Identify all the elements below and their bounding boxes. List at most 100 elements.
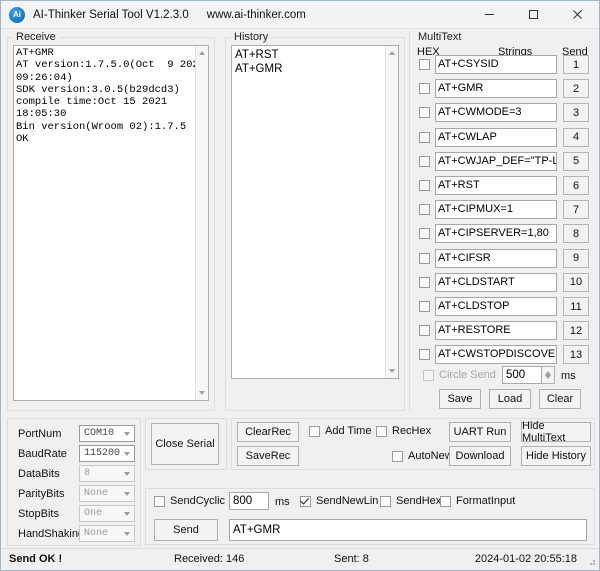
hide-multitext-button[interactable]: Hide MultiText [521,422,591,442]
send-new-line-checkbox[interactable] [300,496,311,507]
multitext-command-input[interactable]: AT+RST [435,176,557,195]
multitext-send-button[interactable]: 5 [563,152,589,171]
scroll-up-icon[interactable] [196,47,208,59]
multitext-row: AT+CWMODE=3 3 [411,103,597,123]
multitext-hex-checkbox[interactable] [419,204,430,215]
multitext-hex-checkbox[interactable] [419,156,430,167]
multitext-send-button[interactable]: 10 [563,273,589,292]
receive-scrollbar[interactable] [195,46,208,400]
chevron-down-icon[interactable] [120,512,134,516]
multitext-hex-checkbox[interactable] [419,107,430,118]
send-hex-label: SendHex [396,495,441,507]
multitext-send-button[interactable]: 3 [563,103,589,122]
multitext-send-button[interactable]: 8 [563,224,589,243]
multitext-send-button[interactable]: 13 [563,345,589,364]
scroll-down-icon[interactable] [196,387,208,399]
rec-hex-checkbox[interactable] [376,426,387,437]
multitext-command-input[interactable]: AT+CIPSERVER=1,80 [435,224,557,243]
close-serial-button[interactable]: Close Serial [151,423,219,465]
send-hex-checkbox[interactable] [380,496,391,507]
circle-send-checkbox[interactable] [423,370,434,381]
chevron-down-icon[interactable] [120,472,134,476]
download-button[interactable]: Download [449,446,511,466]
circle-send-interval-input[interactable]: 500 [502,366,542,384]
history-textarea[interactable]: AT+RST AT+GMR [231,45,399,379]
multitext-send-button[interactable]: 12 [563,321,589,340]
chevron-down-icon[interactable] [120,432,134,436]
send-cyclic-interval-input[interactable]: 800 [229,492,269,510]
chevron-down-icon[interactable] [120,452,134,456]
multitext-hex-checkbox[interactable] [419,301,430,312]
multitext-command-input[interactable]: AT+CWJAP_DEF="TP-Link [435,152,557,171]
multitext-send-button[interactable]: 9 [563,249,589,268]
circle-send-label: Circle Send [439,369,496,381]
serial-field-value: 115200 [84,448,120,459]
close-button[interactable] [555,1,599,28]
multitext-hex-checkbox[interactable] [419,59,430,70]
multitext-send-button[interactable]: 4 [563,128,589,147]
save-rec-button[interactable]: SaveRec [237,446,299,466]
serial-field-select-handshaking[interactable]: None [79,525,135,542]
chevron-down-icon[interactable] [120,532,134,536]
receive-group-label: Receive [13,32,59,43]
interval-spinner[interactable] [542,366,555,384]
multitext-row: AT+CSYSID 1 [411,55,597,75]
multitext-load-button[interactable]: Load [489,389,531,409]
serial-tool-window: Ai AI-Thinker Serial Tool V1.2.3.0 www.a… [0,0,600,571]
minimize-button[interactable] [467,1,511,28]
clear-rec-button[interactable]: ClearRec [237,422,299,442]
maximize-button[interactable] [511,1,555,28]
history-scrollbar[interactable] [385,46,398,378]
uart-run-button[interactable]: UART Run [449,422,511,442]
add-time-checkbox[interactable] [309,426,320,437]
multitext-clear-button[interactable]: Clear [539,389,581,409]
serial-field-select-paritybits[interactable]: None [79,485,135,502]
spinner-up-icon[interactable] [542,367,554,375]
multitext-row: AT+CLDSTART 10 [411,273,597,293]
chevron-down-icon[interactable] [120,492,134,496]
format-input-checkbox[interactable] [440,496,451,507]
multitext-send-button[interactable]: 2 [563,79,589,98]
resize-grip-icon[interactable] [586,557,596,567]
multitext-command-input[interactable]: AT+CLDSTART [435,273,557,292]
multitext-send-button[interactable]: 11 [563,297,589,316]
serial-field-select-baudrate[interactable]: 115200 [79,445,135,462]
multitext-send-button[interactable]: 6 [563,176,589,195]
multitext-command-input[interactable]: AT+CWSTOPDISCOVER [435,345,557,364]
serial-field-select-portnum[interactable]: COM10 [79,425,135,442]
multitext-send-button[interactable]: 7 [563,200,589,219]
multitext-save-button[interactable]: Save [439,389,481,409]
serial-field-select-stopbits[interactable]: One [79,505,135,522]
multitext-send-button[interactable]: 1 [563,55,589,74]
multitext-hex-checkbox[interactable] [419,277,430,288]
send-button[interactable]: Send [154,519,218,541]
spinner-down-icon[interactable] [542,375,554,383]
title-bar: Ai AI-Thinker Serial Tool V1.2.3.0 www.a… [1,1,599,29]
send-cyclic-checkbox[interactable] [154,496,165,507]
multitext-hex-checkbox[interactable] [419,83,430,94]
multitext-hex-checkbox[interactable] [419,253,430,264]
multitext-hex-checkbox[interactable] [419,325,430,336]
receive-textarea[interactable]: AT+GMR AT version:1.7.5.0(Oct 9 2021 09:… [13,45,209,401]
scroll-up-icon[interactable] [386,47,398,59]
multitext-command-input[interactable]: AT+CIPMUX=1 [435,200,557,219]
multitext-hex-checkbox[interactable] [419,132,430,143]
multitext-hex-checkbox[interactable] [419,349,430,360]
serial-field-value: None [84,488,120,499]
multitext-command-input[interactable]: AT+CSYSID [435,55,557,74]
scroll-down-icon[interactable] [386,365,398,377]
multitext-command-input[interactable]: AT+RESTORE [435,321,557,340]
multitext-command-input[interactable]: AT+CWLAP [435,128,557,147]
app-logo-icon: Ai [9,7,25,23]
multitext-command-input[interactable]: AT+GMR [435,79,557,98]
multitext-command-input[interactable]: AT+CIFSR [435,249,557,268]
hide-history-button[interactable]: Hide History [521,446,591,466]
serial-field-select-databits[interactable]: 8 [79,465,135,482]
multitext-command-input[interactable]: AT+CWMODE=3 [435,103,557,122]
multitext-hex-checkbox[interactable] [419,180,430,191]
multitext-row: AT+CIPSERVER=1,80 8 [411,224,597,244]
multitext-hex-checkbox[interactable] [419,228,430,239]
auto-new-line-checkbox[interactable] [392,451,403,462]
multitext-command-input[interactable]: AT+CLDSTOP [435,297,557,316]
send-input[interactable]: AT+GMR [229,519,587,541]
